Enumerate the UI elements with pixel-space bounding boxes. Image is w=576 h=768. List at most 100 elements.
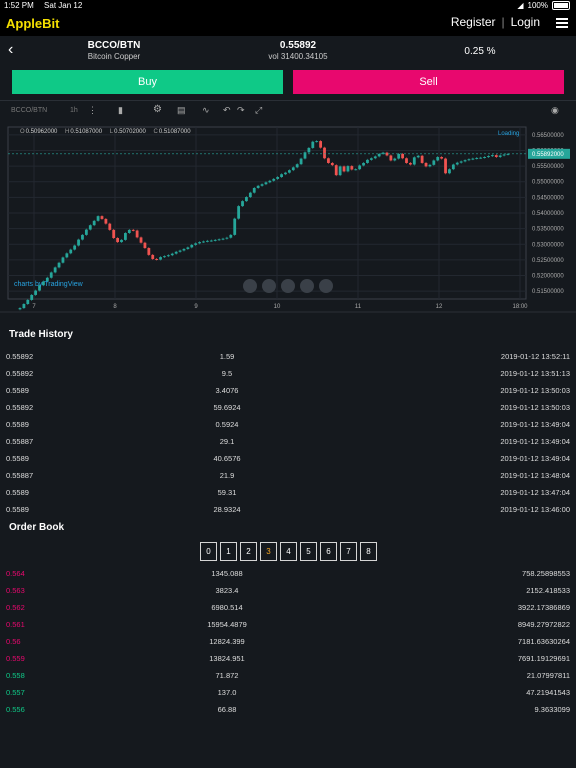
page-button-1[interactable]: 1 [220,542,237,561]
ohlc-open: O0.50962000 [20,129,58,135]
candle-body [373,156,377,159]
wifi-icon: ◢ [517,1,524,10]
candle-body [342,166,346,172]
candle-body [217,239,221,241]
candle-body [229,234,233,238]
login-link[interactable]: Login [511,15,540,29]
candle-body [451,164,455,170]
candle-body [151,254,155,259]
brand-logo[interactable]: AppleBit [6,16,59,31]
candle-body [124,233,127,240]
candle-body [139,237,143,243]
trade-amount: 59.6924 [213,403,241,412]
sell-button[interactable]: Sell [293,70,564,94]
y-tick-label: 0.54000000 [532,211,564,217]
candle-body [389,155,393,161]
candle-body [96,216,100,221]
order-amount: 13824.951 [209,654,245,663]
order-book-row: 0.557 137.0 47.21941543 [6,684,570,700]
candle-body [225,237,229,239]
candle-body [57,262,61,268]
page-button-5[interactable]: 5 [300,542,317,561]
candle-body [178,250,182,252]
order-price: 0.564 [6,569,25,578]
buy-button[interactable]: Buy [12,70,283,94]
order-book-row: 0.56 12824.399 7181.63630264 [6,633,570,649]
page-button-3[interactable]: 3 [260,542,277,561]
candle-body [303,152,307,159]
trade-price: 0.5589 [6,505,29,514]
tradingview-attribution[interactable]: charts by TradingView [14,281,83,288]
page-button-8[interactable]: 8 [360,542,377,561]
trade-history-row: 0.5589 28.9324 2019-01-12 13:46:00 [6,501,570,517]
back-chevron-icon[interactable]: ‹ [8,41,13,59]
ohlc-close: C0.51087000 [153,129,191,135]
candle-body [22,304,26,309]
hamburger-menu-icon[interactable] [556,18,568,29]
candle-body [416,155,420,158]
candle-body [213,239,217,241]
loading-indicator: Loading [498,131,520,137]
candle-body [237,206,241,219]
status-time: 1:52 PM [4,1,34,10]
candle-body [73,245,77,250]
order-total: 758.25898553 [522,569,570,578]
candle-body [147,248,151,255]
volume: vol 31400.34105 [268,52,328,61]
order-price: 0.563 [6,586,25,595]
candle-body [233,218,237,235]
order-price: 0.561 [6,620,25,629]
page-button-2[interactable]: 2 [240,542,257,561]
candle-body [77,239,80,246]
candle-body [88,225,92,230]
candle-body [202,241,205,243]
trade-time: 2019-01-12 13:50:03 [500,403,570,412]
order-amount: 15954.4879 [207,620,247,629]
candle-body [334,165,338,176]
candle-body [295,164,299,168]
candle-body [108,223,112,230]
candle-body [479,157,483,159]
candle-body [84,229,88,235]
register-link[interactable]: Register [451,15,496,29]
trade-history-row: 0.55892 9.5 2019-01-12 13:51:13 [6,365,570,381]
price-chart[interactable]: BCCO/BTN 1h ⋮ ▮ ⚙ ▤ ∿ ↶ ↷ ⤢ ◉ 0.56500000… [0,100,576,323]
page-button-0[interactable]: 0 [200,542,217,561]
trade-time: 2019-01-12 13:48:04 [500,471,570,480]
battery-percent: 100% [527,1,548,10]
chevron-right-icon[interactable] [319,279,333,293]
order-book-row: 0.563 3823.4 2152.418533 [6,582,570,598]
battery-icon [552,1,570,10]
trade-history-row: 0.5589 0.5924 2019-01-12 13:49:04 [6,416,570,432]
page-button-4[interactable]: 4 [280,542,297,561]
candle-body [194,243,198,245]
candle-body [284,172,287,175]
trade-amount: 1.59 [219,352,235,361]
candle-body [170,253,174,256]
candle-body [34,290,38,295]
order-book-row: 0.559 13824.951 7691.19129691 [6,650,570,666]
order-book-row: 0.556 66.88 9.3633099 [6,701,570,717]
trade-price: 0.5589 [6,386,29,395]
ohlc-low: L0.50702000 [109,129,146,135]
trade-time: 2019-01-12 13:50:03 [500,386,570,395]
candle-body [205,240,209,242]
trade-history-row: 0.55892 1.59 2019-01-12 13:52:11 [6,348,570,364]
trade-time: 2019-01-12 13:49:04 [500,437,570,446]
zoom-in-icon[interactable] [300,279,314,293]
trade-history-row: 0.55892 59.6924 2019-01-12 13:50:03 [6,399,570,415]
page-button-6[interactable]: 6 [320,542,337,561]
page-button-7[interactable]: 7 [340,542,357,561]
order-amount: 1345.088 [211,569,243,578]
reset-icon[interactable] [281,279,295,293]
candle-body [112,229,116,239]
app-header: AppleBit Register | Login [0,12,576,36]
order-total: 7691.19129691 [517,654,570,663]
trade-amount: 40.6576 [213,454,241,463]
trade-price: 0.55892 [6,352,34,361]
order-price: 0.558 [6,671,25,680]
zoom-out-icon[interactable] [262,279,276,293]
trade-amount: 3.4076 [215,386,239,395]
trade-amount: 29.1 [219,437,235,446]
chevron-left-icon[interactable] [243,279,257,293]
